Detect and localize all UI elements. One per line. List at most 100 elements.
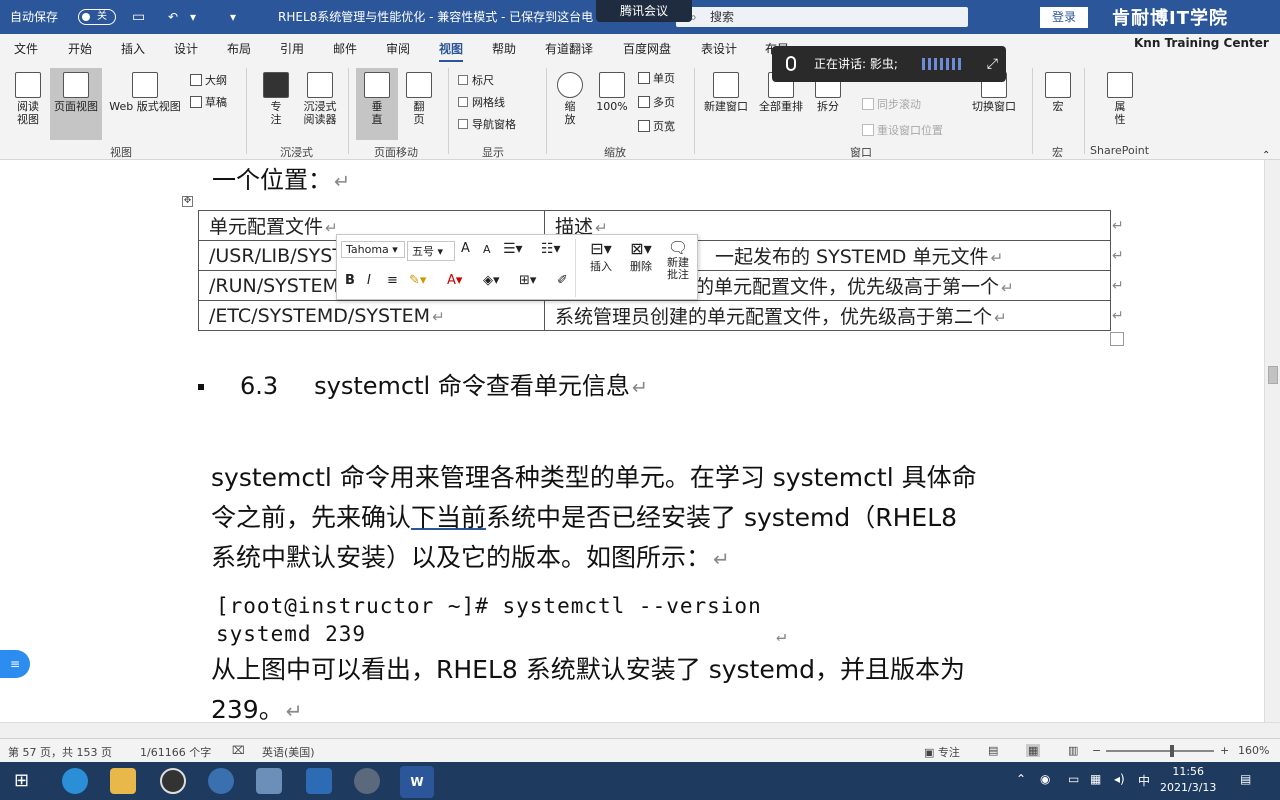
read-mode-view-icon[interactable]: ▤ (988, 744, 998, 757)
zoom-in-icon[interactable]: + (1220, 744, 1229, 757)
page-width-button[interactable]: 页宽 (638, 118, 675, 134)
tab-mailings[interactable]: 邮件 (333, 40, 357, 57)
ruler-checkbox[interactable]: 标尺 (458, 72, 494, 88)
tab-references[interactable]: 引用 (280, 40, 304, 57)
app-game-icon[interactable] (256, 768, 282, 794)
italic-button[interactable]: I (367, 273, 371, 288)
tab-review[interactable]: 审阅 (386, 40, 410, 57)
reset-window-button[interactable]: 重设窗口位置 (862, 122, 943, 138)
document-page[interactable]: 一个位置： ↵ ✥ 单元配置文件 ↵ 描述 ↵ /USR/LIB/SYSTE 一起发布… (0, 160, 1264, 722)
tab-home[interactable]: 开始 (68, 40, 92, 57)
focus-mode-button[interactable]: ▣ 专注 (924, 744, 960, 760)
page-count[interactable]: 第 57 页，共 153 页 (8, 744, 112, 760)
search-box[interactable]: ⌕ 搜索 (676, 7, 968, 27)
macros-button[interactable]: 宏 (1040, 72, 1076, 113)
horizontal-scrollbar[interactable] (0, 722, 1280, 738)
zoom-level[interactable]: 160% (1238, 744, 1269, 757)
tab-design[interactable]: 设计 (174, 40, 198, 57)
remote-desktop-icon[interactable] (306, 768, 332, 794)
tray-app-icon[interactable]: ▭ (1068, 772, 1079, 786)
windows-start-icon[interactable]: ⊞ (14, 770, 29, 791)
table-resize-handle[interactable] (1110, 332, 1124, 346)
word-count[interactable]: 1/61166 个字 (140, 744, 211, 760)
font-name-box[interactable]: Tahoma ▾ (341, 241, 405, 258)
tab-baidu[interactable]: 百度网盘 (623, 40, 671, 57)
outline-button[interactable]: 大纲 (190, 72, 227, 88)
tab-view[interactable]: 视图 (439, 40, 464, 63)
autosave-toggle[interactable]: 关 (78, 9, 116, 25)
zoom-slider-thumb[interactable] (1170, 745, 1174, 757)
new-comment-button[interactable]: 🗨 新建 批注 (661, 239, 695, 281)
meeting-indicator[interactable]: 腾讯会议 (596, 0, 692, 22)
app-tools-icon[interactable] (354, 768, 380, 794)
edge-browser-icon[interactable] (62, 768, 88, 794)
side-to-side-button[interactable]: 翻 页 (400, 72, 438, 126)
bullets-icon[interactable]: ☰▾ (503, 241, 523, 257)
properties-button[interactable]: 属 性 (1102, 72, 1138, 126)
insert-button[interactable]: ⊟▾ 插入 (583, 239, 619, 274)
immersive-reader-button[interactable]: 沉浸式 阅读器 (298, 72, 342, 126)
app-circle-icon[interactable] (160, 768, 186, 794)
file-explorer-icon[interactable] (110, 768, 136, 794)
system-clock[interactable]: 11:56 2021/3/13 (1160, 764, 1216, 796)
scroll-thumb[interactable] (1268, 366, 1278, 384)
ime-indicator[interactable]: 中 (1138, 772, 1150, 789)
toolbar-overflow-icon[interactable]: ▾ (230, 0, 236, 34)
tray-expand-icon[interactable]: ⌃ (1016, 772, 1026, 786)
delete-button[interactable]: ⊠▾ 删除 (623, 239, 659, 274)
language[interactable]: 英语(美国) (262, 744, 315, 760)
borders-icon[interactable]: ⊞▾ (519, 273, 536, 288)
shrink-font-button[interactable]: A (483, 243, 491, 256)
table-cell[interactable]: /ETC/SYSTEMD/SYSTEM ↵ (198, 300, 545, 331)
login-button[interactable]: 登录 (1040, 7, 1088, 28)
table-cell[interactable]: 系统管理员创建的单元配置文件，优先级高于第二个 ↵ (544, 300, 1111, 331)
side-floating-icon[interactable]: ≡ (0, 650, 30, 678)
new-window-button[interactable]: 新建窗口 (700, 72, 752, 113)
highlight-icon[interactable]: ✎▾ (409, 273, 426, 288)
zoom-slider[interactable] (1106, 750, 1214, 752)
grow-font-button[interactable]: A (461, 241, 470, 256)
zoom-button[interactable]: 缩 放 (552, 72, 588, 126)
bold-button[interactable]: B (345, 273, 355, 288)
tab-file[interactable]: 文件 (14, 40, 38, 57)
web-layout-view-icon[interactable]: ▥ (1068, 744, 1078, 757)
network-icon[interactable]: ▦ (1090, 772, 1101, 786)
font-size-box[interactable]: 五号 ▾ (407, 241, 455, 261)
nav-pane-checkbox[interactable]: 导航窗格 (458, 116, 516, 132)
multi-page-button[interactable]: 多页 (638, 94, 675, 110)
one-page-button[interactable]: 单页 (638, 70, 675, 86)
gridlines-checkbox[interactable]: 网格线 (458, 94, 505, 110)
zoom-100-button[interactable]: 100% (592, 72, 632, 113)
customize-dropdown-icon[interactable]: ▾ (190, 0, 196, 34)
tab-insert[interactable]: 插入 (121, 40, 145, 57)
draft-button[interactable]: 草稿 (190, 94, 227, 110)
zoom-out-icon[interactable]: − (1092, 744, 1101, 757)
tray-app-icon[interactable]: ◉ (1040, 772, 1050, 786)
tab-help[interactable]: 帮助 (492, 40, 516, 57)
focus-button[interactable]: 专 注 (258, 72, 294, 126)
tab-table-design[interactable]: 表设计 (701, 40, 737, 57)
numbering-icon[interactable]: ☷▾ (541, 241, 561, 257)
proofing-icon[interactable]: ⌧ (232, 744, 245, 757)
save-icon[interactable]: ▭ (132, 0, 145, 34)
print-layout-button[interactable]: 页面视图 (50, 68, 102, 140)
vertical-button[interactable]: 垂 直 (356, 68, 398, 140)
tab-youdao[interactable]: 有道翻译 (545, 40, 593, 57)
table-move-handle[interactable]: ✥ (182, 196, 193, 207)
print-layout-view-icon[interactable]: ▦ (1026, 744, 1041, 757)
expand-icon[interactable]: ⤢ (987, 46, 998, 82)
sync-scroll-button[interactable]: 同步滚动 (862, 96, 921, 112)
center-align-icon[interactable]: ≡ (387, 273, 398, 288)
notifications-icon[interactable]: ▤ (1240, 772, 1251, 786)
format-painter-icon[interactable]: ✐ (557, 273, 568, 288)
tab-layout[interactable]: 布局 (227, 40, 251, 57)
web-layout-button[interactable]: Web 版式视图 (104, 72, 186, 113)
word-app-icon[interactable]: W (400, 766, 434, 798)
undo-icon[interactable]: ↶ (168, 0, 178, 34)
read-mode-button[interactable]: 阅读 视图 (6, 72, 50, 126)
font-color-icon[interactable]: A▾ (447, 273, 462, 288)
vertical-scrollbar[interactable] (1264, 160, 1280, 722)
volume-icon[interactable]: ◂) (1114, 772, 1125, 786)
app-pen-icon[interactable] (208, 768, 234, 794)
shading-icon[interactable]: ◈▾ (483, 273, 500, 288)
